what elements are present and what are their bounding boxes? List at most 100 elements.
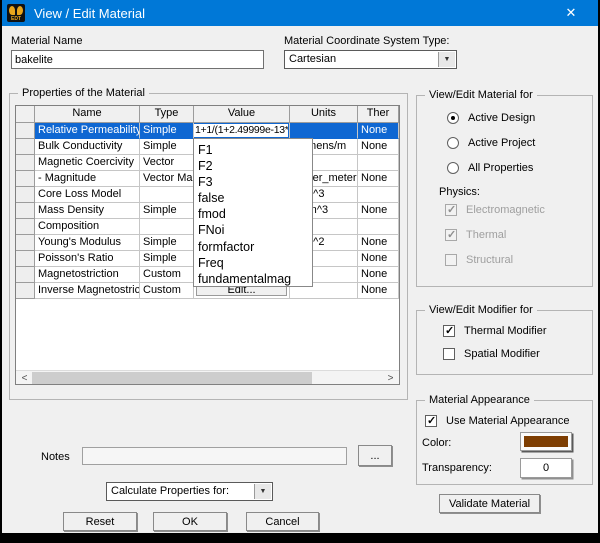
name-cell[interactable]: Relative Permeability xyxy=(35,123,140,139)
row-selector-cell[interactable] xyxy=(16,139,35,155)
row-selector-cell[interactable] xyxy=(16,187,35,203)
row-selector-cell[interactable] xyxy=(16,235,35,251)
radio-icon[interactable] xyxy=(447,137,459,149)
radio-icon[interactable] xyxy=(447,162,459,174)
column-header-type[interactable]: Type xyxy=(140,106,194,123)
use-material-appearance-checkbox[interactable] xyxy=(425,414,437,427)
value-cell[interactable]: 1+1/(1+2.49999e-13*F xyxy=(194,123,290,139)
column-header-ther[interactable]: Ther xyxy=(358,106,399,123)
autocomplete-item[interactable]: false xyxy=(194,190,312,206)
units-cell[interactable] xyxy=(290,123,358,139)
thermal-cell[interactable]: None xyxy=(358,235,399,251)
reset-button[interactable]: Reset xyxy=(63,512,137,531)
checkbox-option-thermal-modifier[interactable]: Thermal Modifier xyxy=(443,324,547,337)
row-selector-cell[interactable] xyxy=(16,267,35,283)
transparency-button[interactable]: 0 xyxy=(520,458,572,478)
row-selector-cell[interactable] xyxy=(16,283,35,299)
column-header-units[interactable]: Units xyxy=(290,106,358,123)
ok-button[interactable]: OK xyxy=(153,512,227,531)
name-cell[interactable]: Inverse Magnetostriction xyxy=(35,283,140,299)
autocomplete-item[interactable]: formfactor xyxy=(194,239,312,255)
type-cell[interactable]: Custom xyxy=(140,267,194,283)
use-material-appearance-option[interactable]: Use Material Appearance xyxy=(425,414,570,427)
checkbox-icon[interactable] xyxy=(443,348,455,360)
table-header-row: Name Type Value Units Ther xyxy=(16,106,399,123)
title-bar[interactable]: EDT View / Edit Material ✕ xyxy=(2,0,598,26)
thermal-cell[interactable] xyxy=(358,155,399,171)
autocomplete-dropdown[interactable]: F1 F2 F3 false fmod FNoi formfactor Freq fundame… xyxy=(193,138,313,287)
type-cell[interactable]: Simple xyxy=(140,123,194,139)
column-header-name[interactable]: Name xyxy=(35,106,140,123)
autocomplete-item[interactable]: F1 xyxy=(194,142,312,158)
notes-input[interactable] xyxy=(82,447,347,465)
checkbox-icon xyxy=(445,254,457,266)
type-cell[interactable]: Vector xyxy=(140,155,194,171)
horizontal-scrollbar[interactable]: < > xyxy=(16,370,399,384)
thermal-cell[interactable]: None xyxy=(358,171,399,187)
autocomplete-item[interactable]: F3 xyxy=(194,174,312,190)
autocomplete-item[interactable]: F2 xyxy=(194,158,312,174)
scroll-right-icon[interactable]: > xyxy=(383,371,398,384)
radio-option-active-project[interactable]: Active Project xyxy=(447,137,535,149)
row-selector-cell[interactable] xyxy=(16,123,35,139)
type-cell[interactable] xyxy=(140,219,194,235)
autocomplete-item[interactable]: FNoi xyxy=(194,222,312,238)
calculate-properties-select[interactable]: Calculate Properties for: ▼ xyxy=(106,482,273,501)
view-edit-modifier-for-group: View/Edit Modifier for Thermal Modifier S… xyxy=(416,304,593,375)
close-icon[interactable]: ✕ xyxy=(552,0,590,26)
scroll-left-icon[interactable]: < xyxy=(17,371,32,384)
row-selector-cell[interactable] xyxy=(16,219,35,235)
type-cell[interactable]: Simple xyxy=(140,203,194,219)
coord-system-select[interactable]: Cartesian ▼ xyxy=(284,50,457,69)
name-cell[interactable]: Mass Density xyxy=(35,203,140,219)
cancel-button[interactable]: Cancel xyxy=(246,512,319,531)
type-cell[interactable] xyxy=(140,187,194,203)
radio-icon[interactable] xyxy=(447,112,459,124)
table-row[interactable]: Relative Permeability Simple 1+1/(1+2.4999… xyxy=(16,123,399,139)
properties-group-label: Properties of the Material xyxy=(18,87,149,99)
chevron-down-icon[interactable]: ▼ xyxy=(254,484,271,499)
thermal-cell[interactable]: None xyxy=(358,251,399,267)
radio-option-all-properties[interactable]: All Properties xyxy=(447,162,533,174)
thermal-cell[interactable]: None xyxy=(358,267,399,283)
name-cell[interactable]: Magnetostriction xyxy=(35,267,140,283)
autocomplete-item[interactable]: fmod xyxy=(194,206,312,222)
thermal-cell[interactable]: None xyxy=(358,283,399,299)
type-cell[interactable]: Simple xyxy=(140,235,194,251)
type-cell[interactable]: Custom xyxy=(140,283,194,299)
row-selector-cell[interactable] xyxy=(16,251,35,267)
checkbox-icon[interactable] xyxy=(443,324,455,337)
thermal-cell[interactable] xyxy=(358,219,399,235)
name-cell[interactable]: Composition xyxy=(35,219,140,235)
row-selector-cell[interactable] xyxy=(16,203,35,219)
scrollbar-thumb[interactable] xyxy=(32,372,312,384)
name-cell[interactable]: Core Loss Model xyxy=(35,187,140,203)
row-selector-cell[interactable] xyxy=(16,171,35,187)
thermal-cell[interactable]: None xyxy=(358,123,399,139)
validate-material-button[interactable]: Validate Material xyxy=(439,494,540,513)
radio-option-active-design[interactable]: Active Design xyxy=(447,112,535,124)
thermal-cell[interactable]: None xyxy=(358,203,399,219)
column-header-value[interactable]: Value xyxy=(194,106,290,123)
value-edit-input[interactable]: 1+1/(1+2.49999e-13*F xyxy=(194,124,288,137)
notes-browse-button[interactable]: ... xyxy=(358,445,392,466)
thermal-cell[interactable]: None xyxy=(358,139,399,155)
name-cell[interactable]: Young's Modulus xyxy=(35,235,140,251)
checkbox-option-spatial-modifier[interactable]: Spatial Modifier xyxy=(443,348,540,360)
name-cell[interactable]: Poisson's Ratio xyxy=(35,251,140,267)
autocomplete-item[interactable]: Freq xyxy=(194,255,312,271)
row-selector-header[interactable] xyxy=(16,106,35,123)
type-cell[interactable]: Simple xyxy=(140,139,194,155)
view-edit-material-for-group: View/Edit Material for Active Design Acti… xyxy=(416,89,593,287)
name-cell[interactable]: Bulk Conductivity xyxy=(35,139,140,155)
type-cell[interactable]: Simple xyxy=(140,251,194,267)
row-selector-cell[interactable] xyxy=(16,155,35,171)
thermal-cell[interactable] xyxy=(358,187,399,203)
autocomplete-item[interactable]: fundamentalmag xyxy=(194,271,312,286)
material-name-input[interactable] xyxy=(11,50,264,69)
type-cell[interactable]: Vector Mag xyxy=(140,171,194,187)
color-swatch-button[interactable] xyxy=(520,432,572,451)
name-cell[interactable]: - Magnitude xyxy=(35,171,140,187)
chevron-down-icon[interactable]: ▼ xyxy=(438,52,455,67)
name-cell[interactable]: Magnetic Coercivity xyxy=(35,155,140,171)
